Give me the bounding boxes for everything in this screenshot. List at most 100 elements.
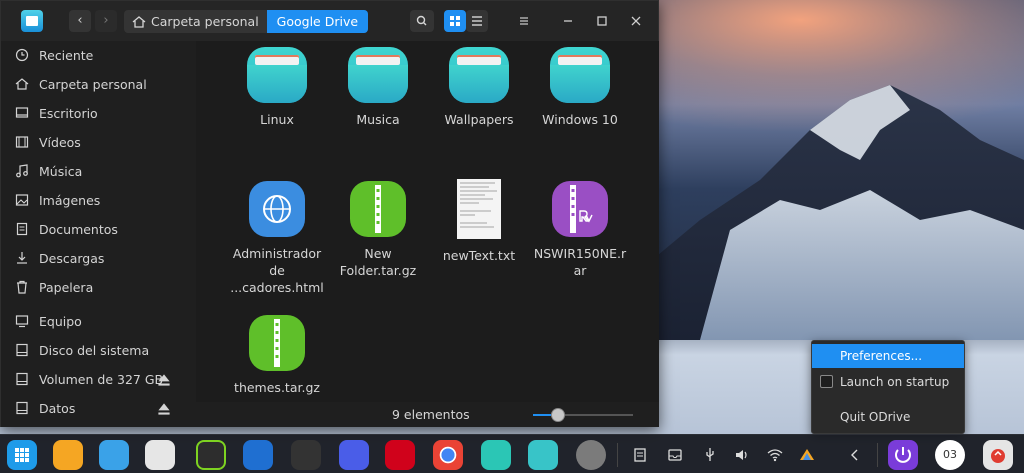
dock-separator <box>617 443 618 467</box>
clipboard-icon[interactable] <box>632 447 648 463</box>
search-button[interactable] <box>410 10 434 32</box>
usb-icon[interactable] <box>702 447 718 463</box>
hamburger-menu-icon <box>520 17 528 25</box>
system-monitor-app-icon[interactable] <box>291 440 321 470</box>
quit-odrive-menu-item[interactable]: Quit ODrive <box>812 405 964 429</box>
power-button[interactable] <box>888 440 918 470</box>
odrive-tray-icon[interactable] <box>799 447 815 463</box>
mail-app-icon[interactable] <box>99 440 129 470</box>
icon-view-button[interactable] <box>444 10 466 32</box>
maximize-button[interactable] <box>591 10 613 32</box>
file-item-html[interactable]: Administrador de ...cadores.html <box>227 179 327 296</box>
chrome-app-icon[interactable] <box>433 440 463 470</box>
file-item-newtext-txt[interactable]: newText.txt <box>429 179 529 264</box>
file-name: Windows 10 <box>542 112 618 127</box>
text-file-icon <box>449 179 509 239</box>
launch-on-startup-menu-item[interactable]: Launch on startup <box>812 370 964 394</box>
sidebar-item-documents[interactable]: Documentos <box>15 218 187 240</box>
breadcrumb-home[interactable]: Carpeta personal <box>124 10 267 33</box>
file-item-linux[interactable]: Linux <box>227 45 327 128</box>
tray-inbox-icon[interactable] <box>667 447 683 463</box>
file-item-nswir150ne-rar[interactable]: NSWIR150NE.r ar <box>530 179 630 279</box>
list-view-button[interactable] <box>466 10 488 32</box>
text-document-icon <box>457 179 501 239</box>
sidebar-item-images[interactable]: Imágenes <box>15 189 187 211</box>
music-player-app-icon[interactable] <box>196 440 226 470</box>
sidebar-item-trash[interactable]: Papelera <box>15 276 187 298</box>
sidebar-item-home[interactable]: Carpeta personal <box>15 73 187 95</box>
file-name-line: Folder.tar.gz <box>339 263 417 278</box>
chevron-left-icon[interactable] <box>847 447 863 463</box>
sidebar-item-recent[interactable]: Reciente <box>15 44 187 66</box>
zoom-slider-handle[interactable] <box>551 408 565 422</box>
chevron-right-icon: › <box>103 13 109 28</box>
file-name-line: Administrador <box>232 246 322 261</box>
file-item-windows-10[interactable]: Windows 10 <box>530 45 630 128</box>
forward-button[interactable]: › <box>95 10 117 32</box>
file-item-new-folder-targz[interactable]: New Folder.tar.gz <box>328 179 428 279</box>
sidebar-item-volume-327gb[interactable]: Volumen de 327 GB <box>15 368 187 390</box>
file-grid: Linux Musica Wallpapers Windows 10 Admin… <box>196 41 659 402</box>
terminal-app-icon[interactable] <box>385 440 415 470</box>
launch-on-startup-checkbox[interactable] <box>820 375 833 388</box>
home-icon <box>132 15 146 28</box>
file-manager-app-icon <box>21 10 43 32</box>
folder-icon <box>348 47 408 103</box>
sidebar-item-music[interactable]: Música <box>15 160 187 182</box>
clock-widget[interactable]: 03 <box>935 440 965 470</box>
mountain-illustration <box>640 85 1024 340</box>
cloud-app-icon[interactable] <box>481 440 511 470</box>
file-name-line: New <box>364 246 392 261</box>
disk-icon <box>16 401 28 415</box>
status-bar: 9 elementos <box>196 402 659 427</box>
sidebar-item-computer[interactable]: Equipo <box>15 310 187 332</box>
sidebar-item-label: Vídeos <box>39 134 81 150</box>
titlebar: ‹ › Carpeta personal Google Drive <box>1 1 658 41</box>
eject-icon[interactable] <box>157 402 171 416</box>
file-name: Administrador de ...cadores.html <box>227 245 327 296</box>
menu-button[interactable] <box>513 10 535 32</box>
odrive-tray-menu: Preferences... Launch on startup Quit OD… <box>811 340 965 434</box>
file-name-line: ar <box>573 263 587 278</box>
file-name: Wallpapers <box>444 112 514 127</box>
video-player-app-icon[interactable] <box>243 440 273 470</box>
sidebar-item-system-disk[interactable]: Disco del sistema <box>15 339 187 361</box>
sidebar-item-datos[interactable]: Datos <box>15 397 187 419</box>
trash-app-icon[interactable] <box>983 440 1013 470</box>
breadcrumb-current[interactable]: Google Drive <box>266 10 369 33</box>
sidebar-item-videos[interactable]: Vídeos <box>15 131 187 153</box>
document-icon <box>16 222 28 236</box>
video-icon <box>15 136 29 148</box>
files-app-icon[interactable] <box>53 440 83 470</box>
sidebar-item-label: Reciente <box>39 47 94 63</box>
zoom-slider[interactable] <box>533 408 633 422</box>
sidebar-item-downloads[interactable]: Descargas <box>15 247 187 269</box>
file-item-wallpapers[interactable]: Wallpapers <box>429 45 529 128</box>
file-name: Linux <box>260 112 294 127</box>
calculator-app-icon[interactable] <box>145 440 175 470</box>
chevron-left-icon: ‹ <box>77 13 83 28</box>
settings-app-icon[interactable] <box>576 440 606 470</box>
file-manager-window: ‹ › Carpeta personal Google Drive Recien… <box>0 0 659 427</box>
file-item-musica[interactable]: Musica <box>328 45 428 128</box>
drive-app-icon[interactable] <box>528 440 558 470</box>
close-button[interactable] <box>625 10 647 32</box>
file-name: newText.txt <box>442 248 516 263</box>
volume-icon[interactable] <box>734 447 750 463</box>
folder-icon <box>550 47 610 103</box>
sidebar-item-desktop[interactable]: Escritorio <box>15 102 187 124</box>
search-icon <box>416 15 427 26</box>
sidebar-item-label: Volumen de 327 GB <box>39 371 164 387</box>
software-store-app-icon[interactable] <box>339 440 369 470</box>
zipper-icon <box>274 319 280 367</box>
computer-icon <box>15 315 29 328</box>
eject-icon[interactable] <box>157 373 171 387</box>
minimize-button[interactable] <box>557 10 579 32</box>
wifi-icon[interactable] <box>767 447 783 463</box>
launcher-icon[interactable] <box>7 440 37 470</box>
dock: 03 <box>0 434 1024 473</box>
back-button[interactable]: ‹ <box>69 10 91 32</box>
file-item-themes-targz[interactable]: themes.tar.gz <box>227 313 327 396</box>
preferences-menu-item[interactable]: Preferences... <box>812 344 964 368</box>
web-file-icon <box>249 181 305 237</box>
